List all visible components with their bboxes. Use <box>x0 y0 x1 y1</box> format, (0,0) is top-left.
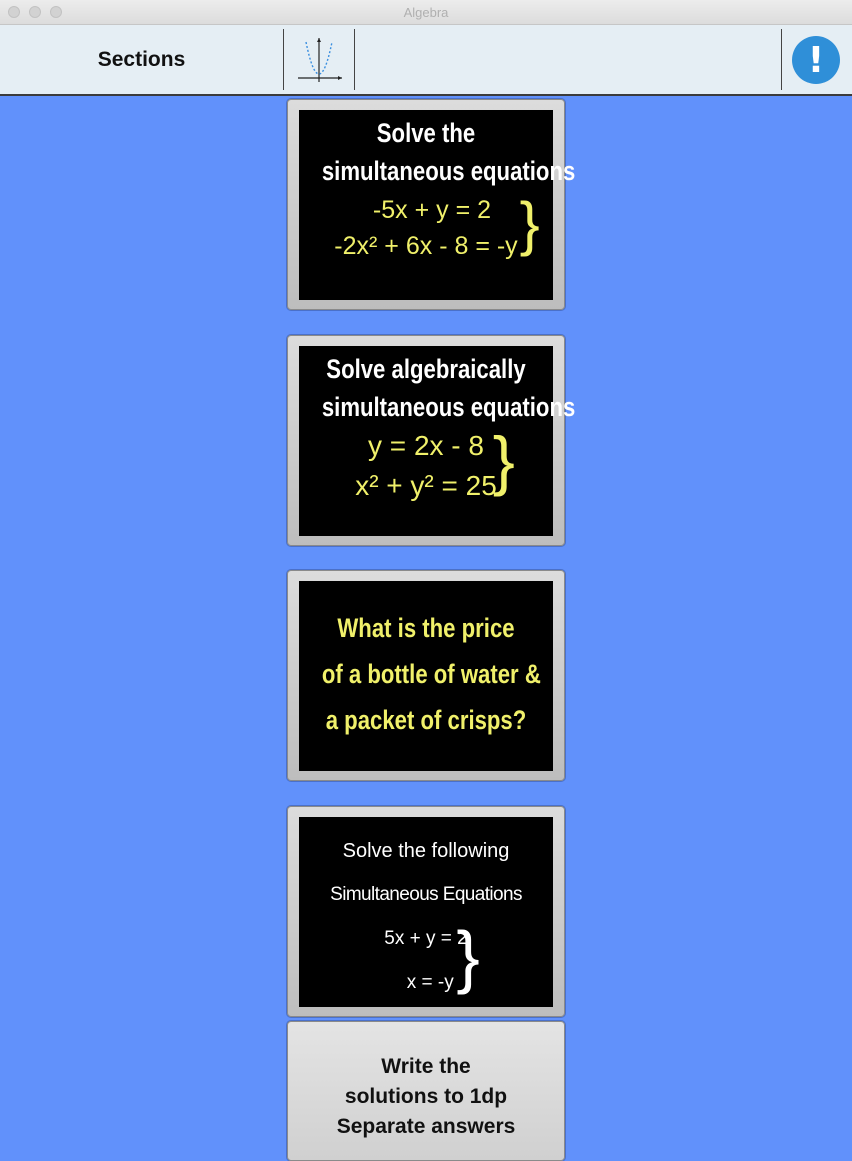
lesson-card-2[interactable]: Solve algebraically simultaneous equatio… <box>287 335 576 546</box>
equation: x² + y² = 25 <box>355 470 497 501</box>
card-text-line: Simultaneous Equations <box>330 884 522 905</box>
toolbar-divider <box>781 29 782 90</box>
card-screen: What is the price of a bottle of water &… <box>299 581 553 771</box>
card-text-line: of a bottle of water & <box>321 659 541 689</box>
card-text-line: Separate answers <box>336 1115 516 1138</box>
card-screen: Solve algebraically simultaneous equatio… <box>299 346 576 536</box>
equation: x = -y <box>406 972 454 993</box>
equation: -2x² + 6x - 8 = -y <box>334 232 518 260</box>
equation-group: 5x + y = 2 x = -y } <box>384 917 479 1005</box>
card-text-line: Write the <box>381 1055 471 1078</box>
card-screen: Solve the following Simultaneous Equatio… <box>299 817 553 1007</box>
card-heading-line: simultaneous equations <box>321 392 576 422</box>
card-heading-line: simultaneous equations <box>321 156 576 186</box>
equation: 5x + y = 2 <box>384 928 468 949</box>
lesson-card-1[interactable]: Solve the simultaneous equations -5x + y… <box>287 99 576 310</box>
card-text-line: a packet of crisps? <box>325 705 527 735</box>
equation-group: y = 2x - 8 x² + y² = 25 } <box>355 426 515 506</box>
card-screen: Write the solutions to 1dp Separate answ… <box>288 1052 564 1142</box>
toolbar-divider <box>283 29 284 90</box>
lesson-card-5[interactable]: Write the solutions to 1dp Separate answ… <box>287 1021 565 1161</box>
card-text-line: Solve the following <box>342 840 510 862</box>
toolbar: Sections ! <box>0 25 852 96</box>
window-title: Algebra <box>403 5 449 20</box>
brace-icon: } <box>519 190 540 257</box>
graph-icon[interactable] <box>292 34 346 86</box>
lesson-card-4[interactable]: Solve the following Simultaneous Equatio… <box>287 806 565 1017</box>
card-heading-line: Solve algebraically <box>326 354 526 384</box>
card-text-line: solutions to 1dp <box>344 1085 508 1108</box>
equation: -5x + y = 2 <box>372 196 492 224</box>
brace-icon: } <box>492 423 515 497</box>
card-text-line: What is the price <box>337 613 515 643</box>
sections-button[interactable]: Sections <box>0 25 283 94</box>
equation-group: -5x + y = 2 -2x² + 6x - 8 = -y } <box>334 192 539 264</box>
window-titlebar: Algebra <box>0 0 852 25</box>
card-screen: Solve the simultaneous equations -5x + y… <box>299 110 576 300</box>
brace-icon: } <box>456 917 480 995</box>
lesson-card-3[interactable]: What is the price of a bottle of water &… <box>287 570 565 781</box>
toolbar-divider <box>354 29 355 90</box>
info-button[interactable]: ! <box>792 36 840 84</box>
card-heading-line: Solve the <box>376 118 476 148</box>
equation: y = 2x - 8 <box>368 430 484 461</box>
